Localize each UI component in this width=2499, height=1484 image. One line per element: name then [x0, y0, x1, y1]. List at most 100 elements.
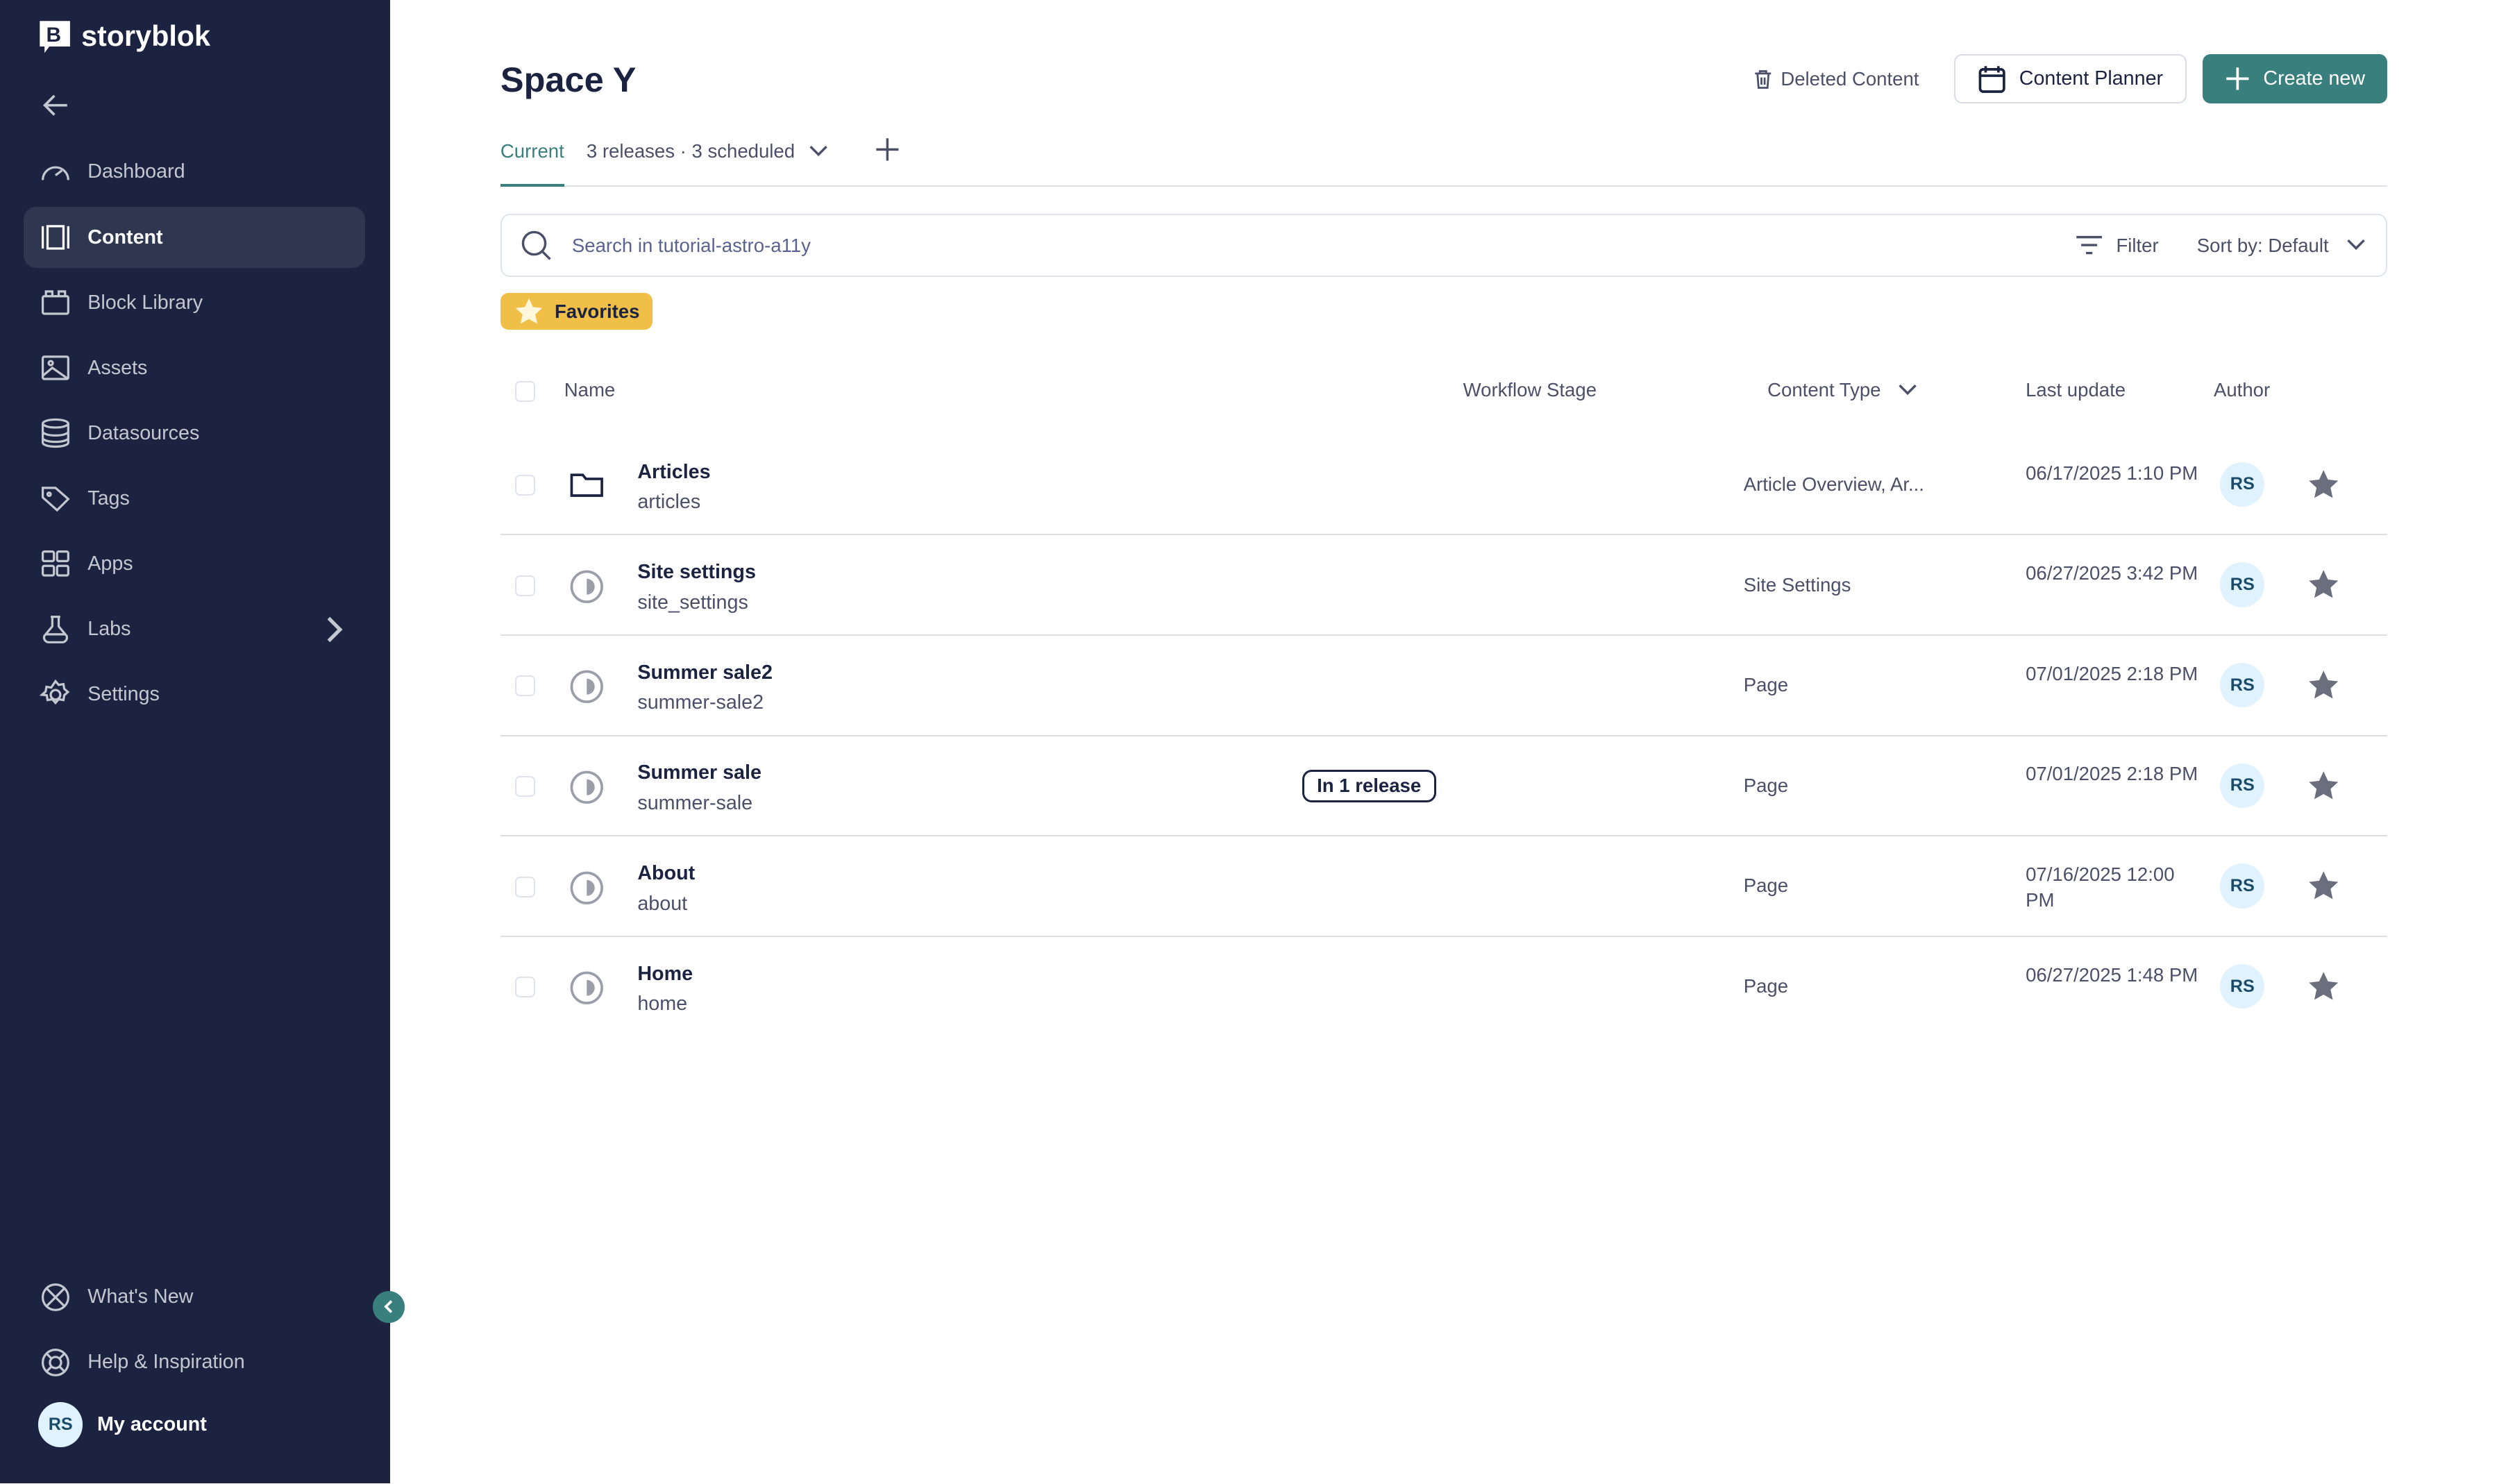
last-update: 06/27/2025 1:48 PM [2026, 963, 2201, 988]
sidebar-item-help[interactable]: Help & Inspiration [24, 1332, 364, 1392]
last-update: 06/17/2025 1:10 PM [2026, 461, 2201, 487]
sidebar-item-datasources[interactable]: Datasources [24, 403, 364, 464]
sort-dropdown[interactable]: Sort by: Default [2197, 234, 2367, 256]
select-all-checkbox[interactable] [515, 381, 536, 402]
header-content-type-label: Content Type [1767, 379, 1880, 401]
deleted-content-label: Deleted Content [1781, 68, 1919, 90]
sidebar-item-label: Datasources [87, 422, 199, 445]
create-new-button[interactable]: Create new [2203, 54, 2387, 103]
row-checkbox[interactable] [515, 877, 536, 897]
author-avatar: RS [2220, 863, 2264, 908]
svg-text:B: B [47, 24, 62, 47]
image-icon [40, 352, 71, 384]
header-content-type[interactable]: Content Type [1767, 379, 1919, 401]
chevron-down-icon [1896, 379, 1919, 401]
content-planner-button[interactable]: Content Planner [1954, 54, 2187, 103]
releases-dropdown[interactable]: 3 releases · 3 scheduled [587, 140, 830, 185]
story-status-icon [569, 870, 605, 906]
back-button[interactable] [42, 91, 70, 124]
author-avatar: RS [2220, 663, 2264, 707]
plus-icon [875, 137, 900, 162]
star-icon[interactable] [2306, 969, 2341, 1004]
header-name[interactable]: Name [564, 379, 615, 401]
row-checkbox[interactable] [515, 475, 536, 496]
deleted-content-button[interactable]: Deleted Content [1753, 68, 1919, 90]
sidebar-item-apps[interactable]: Apps [24, 534, 364, 594]
release-tabs: Current 3 releases · 3 scheduled [500, 140, 2387, 187]
row-checkbox[interactable] [515, 675, 536, 696]
star-icon[interactable] [2306, 668, 2341, 703]
table-row[interactable]: Site settings site_settings Site Setting… [500, 535, 2387, 636]
table-row[interactable]: Summer sale2 summer-sale2 Page 07/01/202… [500, 636, 2387, 736]
story-name[interactable]: Site settings [637, 561, 756, 584]
content-type: Page [1744, 775, 1788, 797]
sidebar-item-label: Dashboard [87, 160, 185, 183]
table-row[interactable]: Summer sale summer-sale In 1 release Pag… [500, 736, 2387, 837]
database-icon [40, 417, 71, 449]
sidebar-item-label: Labs [87, 618, 131, 641]
chevron-down-icon [807, 140, 830, 162]
sidebar-item-tags[interactable]: Tags [24, 469, 364, 529]
story-status-icon [569, 770, 605, 805]
tag-icon [40, 483, 71, 515]
header-last-update[interactable]: Last update [2026, 379, 2126, 401]
author-avatar: RS [2220, 764, 2264, 808]
content-type: Site Settings [1744, 574, 1851, 596]
sidebar-item-dashboard[interactable]: Dashboard [24, 142, 364, 202]
sidebar-item-label: Block Library [87, 292, 203, 314]
sidebar-item-block-library[interactable]: Block Library [24, 273, 364, 333]
lifebuoy-icon [40, 1347, 71, 1378]
brand-logo[interactable]: B storyblok [38, 19, 210, 55]
story-name[interactable]: About [637, 862, 695, 885]
sidebar-item-whats-new[interactable]: What's New [24, 1267, 364, 1327]
author-avatar: RS [2220, 462, 2264, 507]
row-checkbox[interactable] [515, 776, 536, 797]
story-name[interactable]: Articles [637, 461, 710, 484]
grid-icon [40, 548, 71, 580]
favorites-filter[interactable]: Favorites [500, 293, 653, 330]
table-row[interactable]: Home home Page 06/27/2025 1:48 PM RS [500, 937, 2387, 1038]
flask-icon [40, 614, 71, 646]
story-status-icon [569, 569, 605, 605]
sidebar: B storyblok Dashboard Content Block Librar… [0, 0, 390, 1483]
search-bar: Search in tutorial-astro-a11y Filter Sor… [500, 214, 2387, 278]
content-type: Page [1744, 975, 1788, 997]
last-update: 07/16/2025 12:00 PM [2026, 862, 2201, 913]
row-checkbox[interactable] [515, 575, 536, 596]
row-checkbox[interactable] [515, 977, 536, 997]
arrow-left-icon [42, 91, 70, 119]
add-release-button[interactable] [875, 137, 900, 185]
star-icon[interactable] [2306, 768, 2341, 804]
my-account-button[interactable]: RS My account [24, 1402, 364, 1447]
story-name[interactable]: Summer sale [637, 761, 762, 784]
star-icon[interactable] [2306, 467, 2341, 503]
sidebar-item-labs[interactable]: Labs [24, 599, 364, 659]
last-update: 07/01/2025 2:18 PM [2026, 661, 2201, 687]
star-icon[interactable] [2306, 567, 2341, 602]
collapse-sidebar-button[interactable] [373, 1291, 405, 1323]
star-icon[interactable] [2306, 868, 2341, 904]
filter-button[interactable]: Filter [2075, 234, 2159, 256]
story-slug: site_settings [637, 591, 748, 614]
gauge-icon [40, 156, 71, 188]
releases-label: 3 releases · 3 scheduled [587, 140, 795, 185]
trash-icon [1753, 69, 1773, 90]
folder-icon [569, 469, 605, 500]
sidebar-item-label: Apps [87, 553, 133, 575]
story-slug: summer-sale [637, 792, 752, 815]
story-name[interactable]: Home [637, 963, 693, 986]
sidebar-item-settings[interactable]: Settings [24, 664, 364, 725]
header-workflow: Workflow Stage [1463, 379, 1597, 401]
table-row[interactable]: About about Page 07/16/2025 12:00 PM RS [500, 836, 2387, 937]
sidebar-item-assets[interactable]: Assets [24, 338, 364, 398]
sidebar-item-content[interactable]: Content [24, 207, 364, 267]
search-input[interactable]: Search in tutorial-astro-a11y [572, 235, 2055, 257]
my-account-label: My account [97, 1413, 207, 1436]
search-icon [521, 230, 553, 262]
table-row[interactable]: Articles articles Article Overview, Ar..… [500, 435, 2387, 536]
content-type: Page [1744, 875, 1788, 897]
story-name[interactable]: Summer sale2 [637, 661, 773, 684]
release-badge: In 1 release [1302, 770, 1436, 802]
tab-current[interactable]: Current [500, 140, 564, 187]
help-label: Help & Inspiration [87, 1351, 244, 1374]
